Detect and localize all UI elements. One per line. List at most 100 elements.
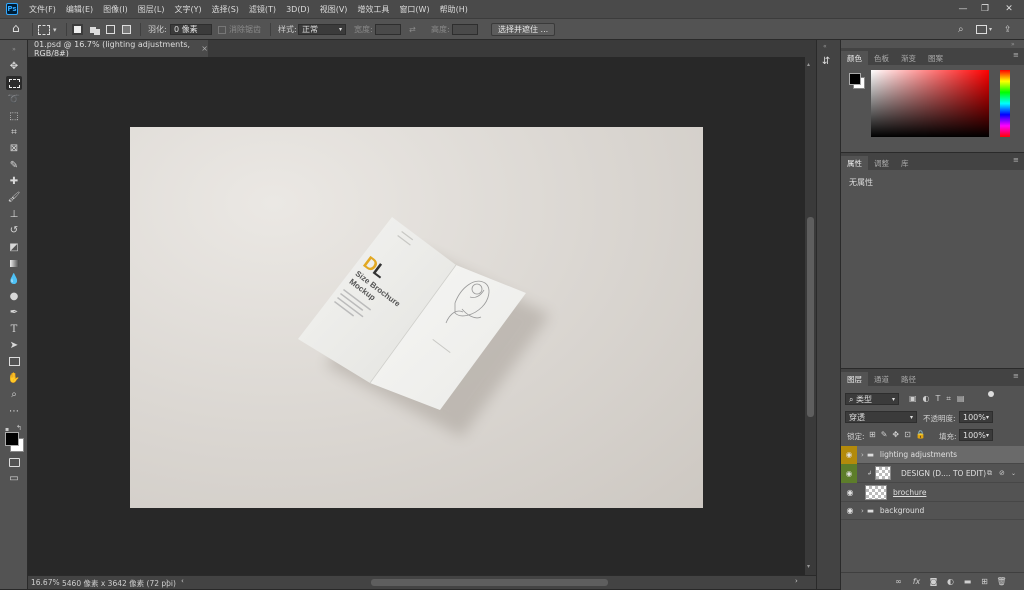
rectangle-tool-icon[interactable] xyxy=(6,354,22,368)
selection-mode-intersect-icon[interactable] xyxy=(122,23,131,36)
menu-plugins[interactable]: 增效工具 xyxy=(352,4,394,15)
properties-menu-icon[interactable]: ≡ xyxy=(1013,156,1019,164)
menu-file[interactable]: 文件(F) xyxy=(24,4,61,15)
fill-input[interactable]: 100% ▾ xyxy=(959,429,993,441)
close-icon[interactable]: ✕ xyxy=(998,0,1020,18)
more-tools-icon[interactable]: ⋯ xyxy=(6,404,22,418)
expand-chevron-icon[interactable]: › xyxy=(861,451,864,459)
clone-stamp-tool-icon[interactable]: ⊥ xyxy=(6,207,22,221)
eyedropper-tool-icon[interactable]: ✎ xyxy=(6,158,22,172)
crop-tool-icon[interactable]: ⌗ xyxy=(6,125,22,139)
home-icon[interactable]: ⌂ xyxy=(12,21,20,35)
lock-options-icons[interactable]: ⊞✎✥⊡🔒 xyxy=(869,430,931,439)
tab-patterns[interactable]: 图案 xyxy=(922,51,949,65)
tab-swatches[interactable]: 色板 xyxy=(868,51,895,65)
share-icon[interactable]: ⇪ xyxy=(1004,23,1012,36)
filter-toggle-icon[interactable] xyxy=(988,391,994,397)
status-menu-icon[interactable]: › xyxy=(166,577,169,585)
height-input[interactable] xyxy=(452,24,478,35)
menu-layer[interactable]: 图层(L) xyxy=(133,4,170,15)
color-fg-swatch[interactable] xyxy=(849,73,861,85)
layer-filter-icons[interactable]: ▣◐T⌗▤ xyxy=(909,394,971,404)
zoom-level[interactable]: 16.67% xyxy=(31,578,60,587)
menu-view[interactable]: 视图(V) xyxy=(315,4,353,15)
feather-input[interactable]: 0 像素 xyxy=(170,24,212,35)
workspace-icon[interactable]: ▾ xyxy=(976,23,992,36)
layer-row-brochure[interactable]: ◉ brochure xyxy=(841,483,1024,502)
layer-name[interactable]: brochure xyxy=(893,488,926,497)
menu-select[interactable]: 选择(S) xyxy=(207,4,244,15)
eraser-tool-icon[interactable]: ◩ xyxy=(6,240,22,254)
eye-icon[interactable]: ◉ xyxy=(843,506,857,515)
color-field[interactable] xyxy=(871,70,989,137)
search-icon[interactable]: ⌕ xyxy=(958,23,964,36)
select-and-mask-button[interactable]: 选择并遮住 ... xyxy=(491,23,556,36)
selection-mode-new-icon[interactable] xyxy=(72,23,83,36)
frame-tool-icon[interactable]: ⊠ xyxy=(6,141,22,155)
tab-properties[interactable]: 属性 xyxy=(841,156,868,170)
swap-colors-icon[interactable]: ↰ xyxy=(16,424,22,432)
menu-window[interactable]: 窗口(W) xyxy=(394,4,434,15)
scroll-up-icon[interactable]: ▴ xyxy=(807,61,810,68)
tab-color[interactable]: 颜色 xyxy=(841,51,868,65)
menu-edit[interactable]: 编辑(E) xyxy=(61,4,98,15)
layer-filter-select[interactable]: ⌕ 类型 ▾ xyxy=(845,393,899,405)
document-tab[interactable]: 01.psd @ 16.7% (lighting adjustments, RG… xyxy=(28,40,208,58)
width-input[interactable] xyxy=(375,24,401,35)
history-brush-tool-icon[interactable]: ↺ xyxy=(6,223,22,237)
close-tab-icon[interactable]: × xyxy=(201,44,208,53)
eye-icon[interactable]: ◉ xyxy=(843,488,857,497)
tab-adjustments[interactable]: 调整 xyxy=(868,156,895,170)
menu-image[interactable]: 图像(I) xyxy=(98,4,133,15)
healing-brush-tool-icon[interactable]: ✚ xyxy=(6,174,22,188)
rectangular-marquee-tool-icon[interactable] xyxy=(6,76,22,90)
selection-mode-add-icon[interactable] xyxy=(90,23,100,36)
blend-mode-select[interactable]: 穿透 ▾ xyxy=(845,411,917,423)
selection-mode-subtract-icon[interactable] xyxy=(106,23,115,36)
move-tool-icon[interactable]: ✥ xyxy=(6,59,22,73)
add-mask-icon[interactable]: ◙ xyxy=(928,576,939,587)
chevron-down-icon[interactable]: ⌄ xyxy=(1011,470,1016,477)
layer-row-background[interactable]: ◉ › ▬ background xyxy=(841,502,1024,520)
antialias-checkbox[interactable]: 消除锯齿 xyxy=(218,23,261,36)
layers-menu-icon[interactable]: ≡ xyxy=(1013,372,1019,380)
opacity-input[interactable]: 100% ▾ xyxy=(959,411,993,423)
scroll-right-icon[interactable]: › xyxy=(795,577,798,585)
quick-mask-icon[interactable] xyxy=(6,455,22,469)
menu-3d[interactable]: 3D(D) xyxy=(281,5,315,14)
panel-menu-icon[interactable]: ≡ xyxy=(1013,51,1019,59)
collapse-right-icon[interactable]: » xyxy=(1011,41,1015,48)
brush-tool-icon[interactable]: 🖌 xyxy=(6,190,22,204)
minimize-icon[interactable]: — xyxy=(952,0,974,18)
collapse-panels-icon[interactable]: « xyxy=(823,43,827,50)
delete-layer-icon[interactable]: 🗑 xyxy=(996,576,1007,587)
foreground-color-swatch[interactable] xyxy=(5,432,19,446)
menu-filter[interactable]: 滤镜(T) xyxy=(244,4,281,15)
style-select[interactable]: 正常 ▾ xyxy=(298,24,346,35)
object-selection-tool-icon[interactable]: ⬚ xyxy=(6,109,22,123)
marquee-preset-icon[interactable]: ▾ xyxy=(38,23,57,36)
expand-chevron-icon[interactable]: › xyxy=(861,507,864,515)
scroll-down-icon[interactable]: ▾ xyxy=(807,563,810,570)
layer-style-icon[interactable]: fx xyxy=(911,576,922,587)
path-selection-tool-icon[interactable]: ➤ xyxy=(6,338,22,352)
layer-name[interactable]: lighting adjustments xyxy=(880,450,957,459)
tab-paths[interactable]: 路径 xyxy=(895,372,922,386)
pen-tool-icon[interactable]: ✒ xyxy=(6,305,22,319)
hue-slider[interactable] xyxy=(1000,70,1010,137)
horizontal-scroll-thumb[interactable] xyxy=(371,579,608,586)
gradient-tool-icon[interactable] xyxy=(6,256,22,270)
layer-name[interactable]: DESIGN (D.... TO EDIT) xyxy=(901,469,986,478)
new-group-icon[interactable]: ▬ xyxy=(962,576,973,587)
zoom-tool-icon[interactable]: ⌕ xyxy=(6,387,22,401)
layer-row-lighting-adjustments[interactable]: ◉ › ▬ lighting adjustments xyxy=(841,445,1024,464)
screen-mode-icon[interactable]: ▭ xyxy=(6,471,22,485)
canvas-area[interactable]: D L Size Brochure Mockup xyxy=(28,57,805,575)
tab-channels[interactable]: 通道 xyxy=(868,372,895,386)
menu-type[interactable]: 文字(Y) xyxy=(169,4,206,15)
vertical-scrollbar[interactable]: ▴ ▾ xyxy=(805,57,816,575)
history-panel-icon[interactable]: ⇵ xyxy=(822,56,830,67)
tab-layers[interactable]: 图层 xyxy=(841,372,868,386)
new-layer-icon[interactable]: ⊞ xyxy=(979,576,990,587)
dodge-tool-icon[interactable]: ● xyxy=(6,289,22,303)
